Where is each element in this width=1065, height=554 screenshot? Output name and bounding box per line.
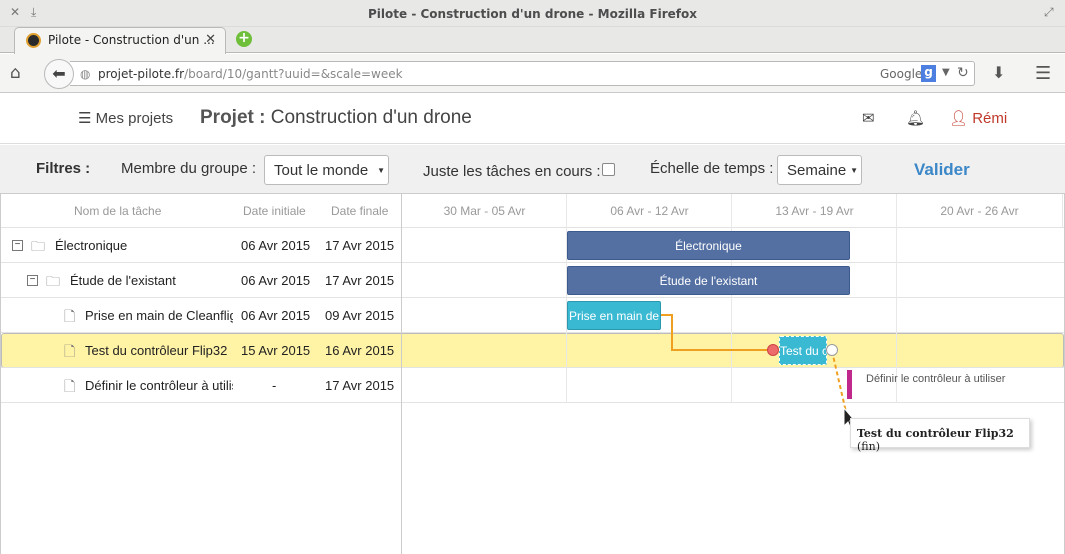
back-button[interactable]: ⬅ bbox=[44, 59, 74, 89]
hamburger-menu-icon[interactable]: ☰ bbox=[1035, 63, 1051, 84]
user-menu[interactable]: 👤︎ Rémi bbox=[949, 109, 1007, 127]
envelope-icon[interactable]: ✉ bbox=[862, 109, 875, 127]
drag-link-line bbox=[831, 350, 847, 413]
url-path: /board/10/gantt?uuid=&scale=week bbox=[184, 67, 403, 81]
member-select[interactable]: Tout le monde ▼ bbox=[264, 155, 389, 185]
list-icon: ☰ bbox=[78, 110, 92, 127]
member-value: Tout le monde bbox=[274, 162, 369, 179]
navigation-bar: ⌂ ◍ projet-pilote.fr/board/10/gantt?uuid… bbox=[0, 54, 1065, 93]
maximize-icon[interactable]: ⤢ bbox=[1044, 5, 1054, 20]
user-name: Rémi bbox=[972, 110, 1008, 127]
tab-strip: Pilote - Construction d'un ... ✕ + bbox=[0, 27, 1065, 54]
milestone-marker[interactable] bbox=[847, 370, 852, 399]
tab-title: Pilote - Construction d'un ... bbox=[48, 33, 215, 47]
reload-icon[interactable]: ↻ bbox=[957, 65, 969, 81]
scale-value: Semaine bbox=[787, 162, 847, 179]
google-icon[interactable]: g bbox=[921, 65, 936, 82]
tooltip-task: Test du contrôleur Flip32 bbox=[857, 427, 1014, 440]
bell-icon[interactable]: 🔔︎ bbox=[906, 109, 925, 127]
url-text[interactable]: projet-pilote.fr/board/10/gantt?uuid=&sc… bbox=[98, 67, 403, 81]
download-icon[interactable]: ⬇ bbox=[992, 63, 1005, 82]
my-projects-link[interactable]: ☰ Mes projets bbox=[78, 109, 173, 127]
favicon-icon bbox=[26, 33, 41, 48]
link-tooltip: Test du contrôleur Flip32 (fin) bbox=[850, 418, 1030, 453]
scale-label: Échelle de temps : bbox=[650, 160, 774, 177]
gantt-chart: Nom de la tâche Date initiale Date final… bbox=[0, 194, 1065, 554]
page-title: Projet : Construction d'un drone bbox=[200, 107, 472, 129]
current-tasks-label: Juste les tâches en cours : bbox=[423, 163, 601, 180]
home-icon[interactable]: ⌂ bbox=[10, 63, 21, 83]
new-tab-icon[interactable]: + bbox=[236, 31, 252, 47]
app-header: ☰ Mes projets Projet : Construction d'un… bbox=[0, 94, 1065, 144]
search-dropdown-icon[interactable]: ▼ bbox=[942, 67, 950, 78]
current-tasks-checkbox[interactable] bbox=[602, 163, 615, 176]
back-arrow-icon: ⬅ bbox=[52, 64, 66, 83]
link-end-handle[interactable] bbox=[826, 344, 838, 356]
scale-caret-icon: ▼ bbox=[850, 166, 858, 175]
member-caret-icon: ▼ bbox=[377, 166, 385, 175]
window-titlebar: ✕ ⤓ Pilote - Construction d'un drone - M… bbox=[0, 0, 1065, 27]
milestone-label: Définir le contrôleur à utiliser bbox=[866, 373, 1006, 385]
browser-tab[interactable]: Pilote - Construction d'un ... ✕ bbox=[14, 27, 226, 54]
filters-bar: Filtres : Membre du groupe : Tout le mon… bbox=[0, 145, 1065, 194]
filters-label: Filtres : bbox=[36, 160, 91, 177]
project-label: Projet : bbox=[200, 107, 266, 128]
search-engine-label: Google bbox=[880, 67, 923, 81]
dependency-line[interactable] bbox=[661, 314, 773, 351]
tooltip-suffix: (fin) bbox=[857, 440, 881, 453]
dependency-links bbox=[661, 314, 857, 430]
project-name: Construction d'un drone bbox=[270, 107, 472, 128]
user-icon: 👤︎ bbox=[949, 110, 969, 127]
link-start-handle[interactable] bbox=[767, 344, 779, 356]
globe-icon: ◍ bbox=[80, 67, 91, 81]
member-label: Membre du groupe : bbox=[121, 160, 257, 177]
scale-select[interactable]: Semaine ▼ bbox=[777, 155, 862, 185]
url-domain: projet-pilote.fr bbox=[98, 67, 185, 81]
my-projects-label: Mes projets bbox=[95, 110, 174, 127]
close-tab-icon[interactable]: ✕ bbox=[205, 32, 216, 47]
window-title: Pilote - Construction d'un drone - Mozil… bbox=[368, 7, 697, 21]
url-bar[interactable]: ◍ projet-pilote.fr/board/10/gantt?uuid=&… bbox=[70, 61, 975, 86]
validate-button[interactable]: Valider bbox=[914, 160, 970, 180]
